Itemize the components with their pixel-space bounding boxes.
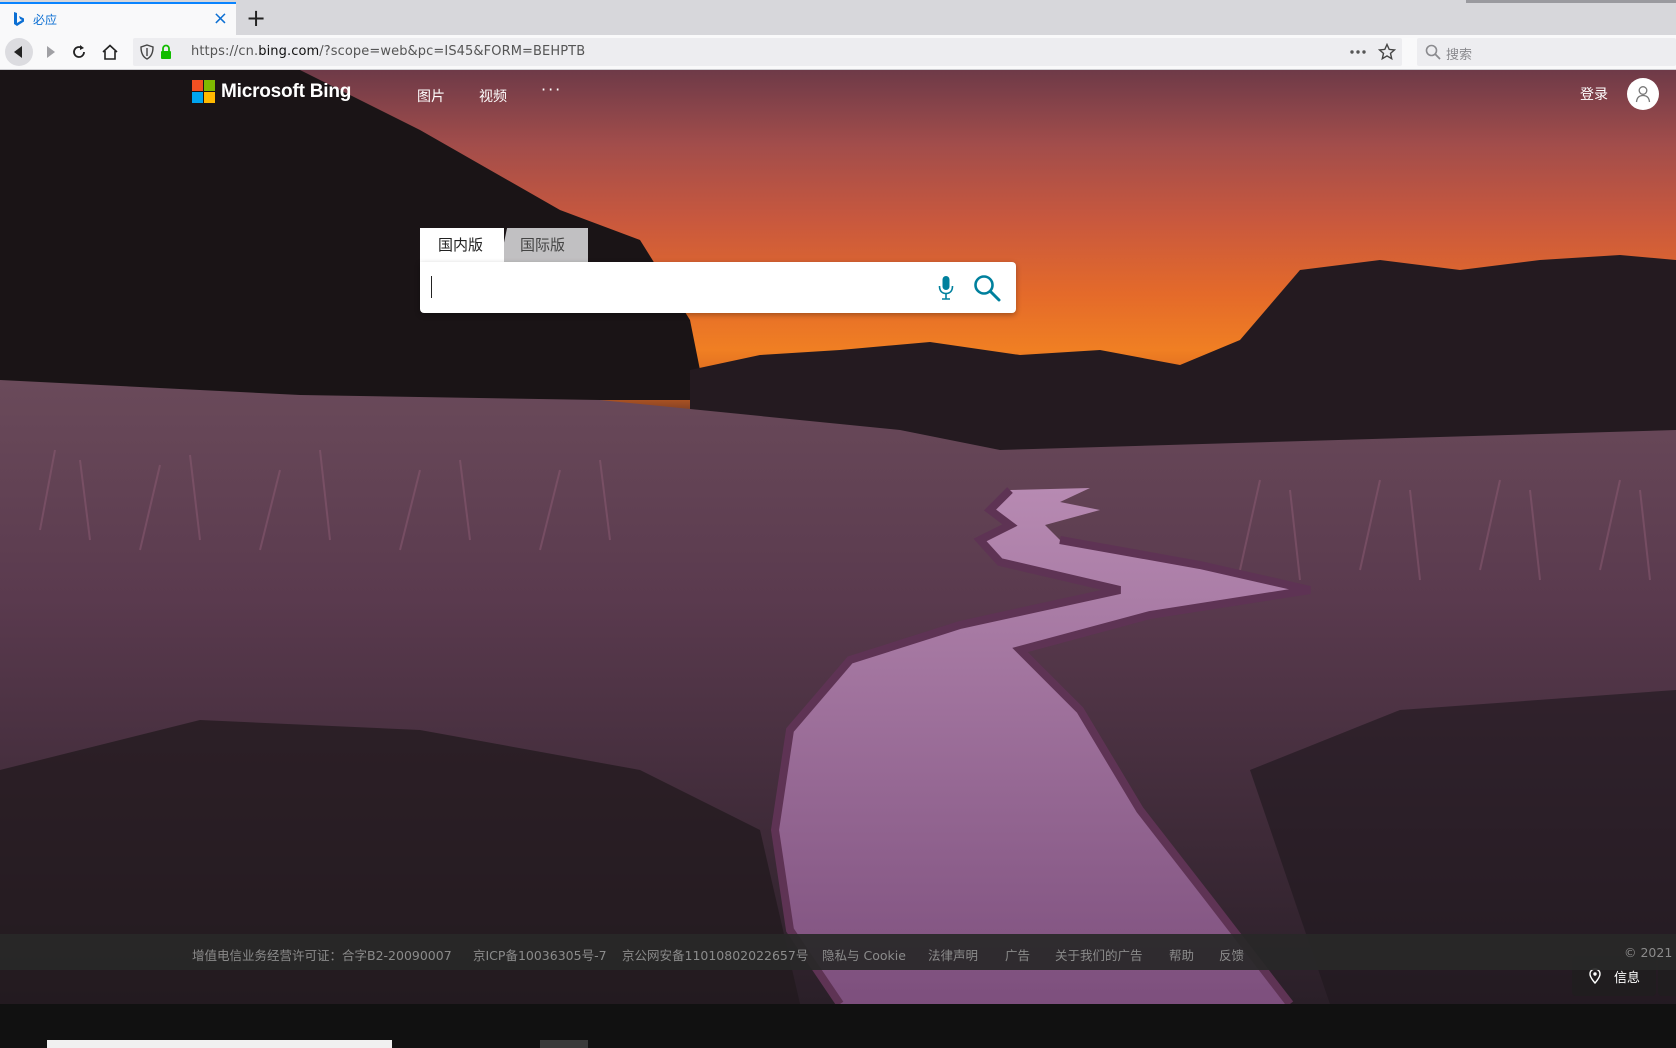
footer-feedback[interactable]: 反馈 xyxy=(1219,945,1244,964)
taskbar-strip xyxy=(0,1040,1676,1048)
footer-legal[interactable]: 法律声明 xyxy=(928,945,978,964)
address-bar[interactable]: https://cn.bing.com/?scope=web&pc=IS45&F… xyxy=(133,38,1402,66)
microsoft-logo-icon xyxy=(192,80,215,103)
url-prefix: https://cn. xyxy=(191,44,259,59)
search-button-icon[interactable] xyxy=(973,274,1001,302)
tab-domestic[interactable]: 国内版 xyxy=(420,228,504,262)
logo-text: Microsoft Bing xyxy=(221,80,352,102)
tab-title: 必应 xyxy=(33,13,58,27)
browser-nav-bar: https://cn.bing.com/?scope=web&pc=IS45&F… xyxy=(0,35,1676,70)
footer-ads[interactable]: 广告 xyxy=(1005,945,1030,964)
avatar[interactable] xyxy=(1627,78,1659,110)
nav-videos[interactable]: 视频 xyxy=(479,86,507,106)
footer-license[interactable]: 增值电信业务经营许可证：合字B2-20090007 xyxy=(192,945,452,964)
taskbar-item[interactable] xyxy=(540,1040,588,1048)
url-path: /?scope=web&pc=IS45&FORM=BEHPTB xyxy=(319,44,586,59)
bing-logo[interactable]: Microsoft Bing xyxy=(192,80,351,103)
back-arrow-icon xyxy=(14,46,22,58)
background-landscape-image xyxy=(0,70,1676,1004)
url-text[interactable]: https://cn.bing.com/?scope=web&pc=IS45&F… xyxy=(191,44,585,59)
lock-icon[interactable] xyxy=(160,44,172,60)
footer-help[interactable]: 帮助 xyxy=(1169,945,1194,964)
new-tab-button[interactable]: + xyxy=(246,4,266,32)
home-icon xyxy=(102,44,118,60)
browser-search-placeholder: 搜索 xyxy=(1446,48,1473,63)
text-caret xyxy=(431,276,432,298)
bookmark-star-icon[interactable] xyxy=(1378,43,1396,61)
taskbar-item[interactable] xyxy=(47,1040,392,1048)
reload-button[interactable] xyxy=(66,40,92,64)
browser-search-bar[interactable]: 搜索 xyxy=(1417,38,1676,66)
bing-search-box xyxy=(420,262,1016,313)
forward-arrow-icon xyxy=(47,46,55,58)
browser-tab-bar: 必应 × + xyxy=(0,0,1676,35)
tab-bing[interactable]: 必应 × xyxy=(0,2,236,35)
user-icon xyxy=(1635,86,1651,103)
tab-international[interactable]: 国际版 xyxy=(500,228,588,262)
signin-link[interactable]: 登录 xyxy=(1580,84,1608,104)
nav-images[interactable]: 图片 xyxy=(417,86,445,106)
bing-homepage: Microsoft Bing 图片 视频 ··· 登录 国际版 国内版 信息 xyxy=(0,70,1676,1004)
footer-icp[interactable]: 京ICP备10036305号-7 xyxy=(473,945,607,964)
home-button[interactable] xyxy=(97,40,123,64)
forward-button[interactable] xyxy=(38,40,64,64)
bing-header: Microsoft Bing 图片 视频 ··· 登录 xyxy=(0,70,1676,120)
footer-privacy[interactable]: 隐私与 Cookie xyxy=(822,945,906,964)
back-button[interactable] xyxy=(5,38,33,66)
tab-bar-edge xyxy=(1466,0,1676,3)
search-icon xyxy=(1425,44,1441,60)
footer-about-ads[interactable]: 关于我们的广告 xyxy=(1055,945,1143,964)
page-actions-icon[interactable] xyxy=(1350,50,1366,54)
url-host: bing.com xyxy=(258,44,320,59)
search-input[interactable] xyxy=(430,272,930,302)
footer-copyright: © 2021 xyxy=(1624,945,1673,960)
footer-police[interactable]: 京公网安备11010802022657号 xyxy=(622,945,808,964)
nav-more[interactable]: ··· xyxy=(541,80,562,99)
page-footer: 增值电信业务经营许可证：合字B2-20090007 京ICP备10036305号… xyxy=(0,934,1676,970)
microphone-icon[interactable] xyxy=(938,275,954,301)
reload-icon xyxy=(73,45,85,58)
close-tab-icon[interactable]: × xyxy=(213,9,228,29)
bing-favicon-icon xyxy=(14,11,24,26)
location-pin-icon xyxy=(1589,968,1601,984)
shield-icon[interactable] xyxy=(140,44,154,60)
